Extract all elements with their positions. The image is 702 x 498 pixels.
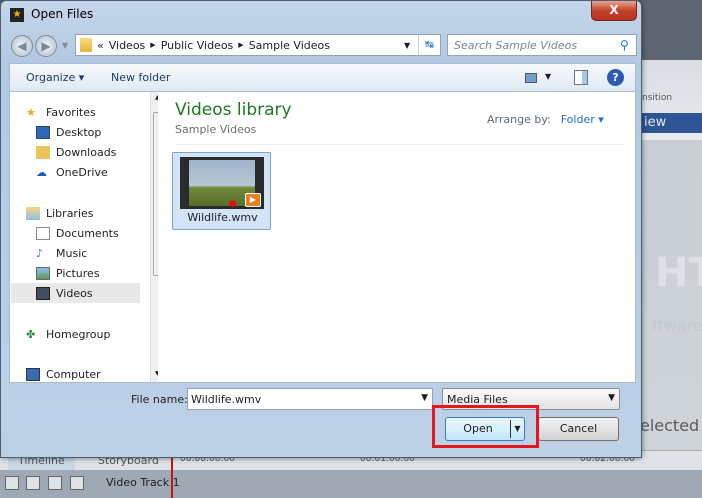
nav-favorites[interactable]: ★ Favorites xyxy=(26,102,156,122)
eye-icon[interactable] xyxy=(26,476,40,490)
view-icon[interactable] xyxy=(525,73,537,83)
brand-text: ftware xyxy=(652,316,702,335)
music-icon: ♪ xyxy=(36,246,44,260)
refresh-icon[interactable]: ↹ xyxy=(418,35,440,55)
help-icon[interactable]: ? xyxy=(607,69,624,86)
watermark: HT xyxy=(655,250,702,296)
file-name: Wildlife.wmv xyxy=(187,211,258,224)
chevron-down-icon[interactable]: ▼ xyxy=(421,393,428,403)
file-name-area: File name: Wildlife.wmv ▼ Media Files ▼ Op… xyxy=(9,383,636,453)
forward-button[interactable]: ▶ xyxy=(35,35,57,57)
recent-chevron-icon[interactable]: ▼ xyxy=(62,41,68,50)
ribbon-transition-label: nsition xyxy=(642,93,673,103)
navigation-pane: ★ Favorites Desktop Downloads ☁ OneDrive L… xyxy=(9,91,165,384)
homegroup-icon: ✤ xyxy=(26,327,36,341)
people-icon[interactable] xyxy=(48,476,62,490)
address-prefix[interactable]: « xyxy=(97,39,104,52)
file-item[interactable]: ▶ Wildlife.wmv xyxy=(172,152,271,230)
nav-videos[interactable]: Videos xyxy=(11,283,140,303)
cloud-icon: ☁ xyxy=(36,165,47,179)
track-name: Video Track 1 xyxy=(106,476,180,489)
file-name-input[interactable]: Wildlife.wmv ▼ xyxy=(187,388,433,410)
breadcrumb-public-videos[interactable]: Public Videos xyxy=(161,39,234,52)
app-icon: ★ xyxy=(10,8,24,22)
close-button[interactable]: X xyxy=(591,1,637,21)
lock-icon[interactable] xyxy=(70,476,84,490)
organize-button[interactable]: Organize ▾ xyxy=(26,71,84,84)
computer-icon xyxy=(26,367,40,381)
divider xyxy=(175,144,625,145)
arrange-by-dropdown[interactable]: Folder ▾ xyxy=(561,113,604,126)
folder-icon xyxy=(80,38,92,52)
nav-downloads[interactable]: Downloads xyxy=(36,142,166,162)
breadcrumb-videos[interactable]: Videos xyxy=(109,39,146,52)
highlight-annotation xyxy=(432,405,539,448)
nav-documents[interactable]: Documents xyxy=(36,223,166,243)
pictures-icon xyxy=(36,266,50,280)
play-icon: ▶ xyxy=(245,193,261,207)
ribbon-tab[interactable]: iew xyxy=(642,113,702,133)
breadcrumb-sample-videos[interactable]: Sample Videos xyxy=(249,39,330,52)
dialog-title: Open Files xyxy=(31,7,94,21)
new-folder-button[interactable]: New folder xyxy=(111,71,170,84)
video-track-row: Video Track 1 xyxy=(0,470,702,498)
chevron-down-icon[interactable]: ▼ xyxy=(608,393,615,403)
toolbar: Organize ▾ New folder ▼ ? xyxy=(9,63,636,91)
status-text: elected xyxy=(640,416,700,435)
nav-music[interactable]: ♪ Music xyxy=(36,243,166,263)
cursor-dot xyxy=(229,200,236,207)
search-input[interactable]: Search Sample Videos xyxy=(447,34,637,56)
file-name-label: File name: xyxy=(131,393,188,406)
library-title: Videos library xyxy=(175,100,292,120)
videos-icon xyxy=(36,286,50,300)
library-subtitle: Sample Videos xyxy=(175,123,257,136)
address-bar[interactable]: « Videos ▶ Public Videos ▶ Sample Videos ▼… xyxy=(75,34,441,56)
address-dropdown-icon[interactable]: ▼ xyxy=(404,41,410,50)
collapse-icon[interactable] xyxy=(5,476,19,490)
libraries-icon xyxy=(26,206,40,220)
nav-desktop[interactable]: Desktop xyxy=(36,122,166,142)
playhead[interactable] xyxy=(171,452,173,498)
nav-computer[interactable]: Computer xyxy=(26,364,156,384)
chevron-right-icon[interactable]: ▶ xyxy=(238,41,243,49)
preview-pane-icon[interactable] xyxy=(574,70,588,85)
view-dropdown-icon[interactable]: ▼ xyxy=(545,72,551,81)
cancel-button[interactable]: Cancel xyxy=(538,417,619,441)
nav-homegroup[interactable]: ✤ Homegroup xyxy=(26,324,156,344)
open-files-dialog: ★ Open Files X ◀ ▶ ▼ « Videos ▶ Public Vi… xyxy=(0,0,642,458)
nav-libraries[interactable]: Libraries xyxy=(26,203,156,223)
downloads-icon xyxy=(36,145,50,159)
back-button[interactable]: ◀ xyxy=(11,35,33,57)
nav-onedrive[interactable]: ☁ OneDrive xyxy=(36,162,166,182)
desktop-icon xyxy=(36,125,50,139)
file-list-pane: Videos library Sample Videos Arrange by:… xyxy=(158,91,636,383)
nav-pictures[interactable]: Pictures xyxy=(36,263,166,283)
star-icon: ★ xyxy=(26,105,36,119)
arrange-by: Arrange by: Folder ▾ xyxy=(487,113,604,126)
chevron-right-icon[interactable]: ▶ xyxy=(150,41,155,49)
search-icon[interactable]: ⚲ xyxy=(620,38,629,52)
document-icon xyxy=(36,226,50,240)
